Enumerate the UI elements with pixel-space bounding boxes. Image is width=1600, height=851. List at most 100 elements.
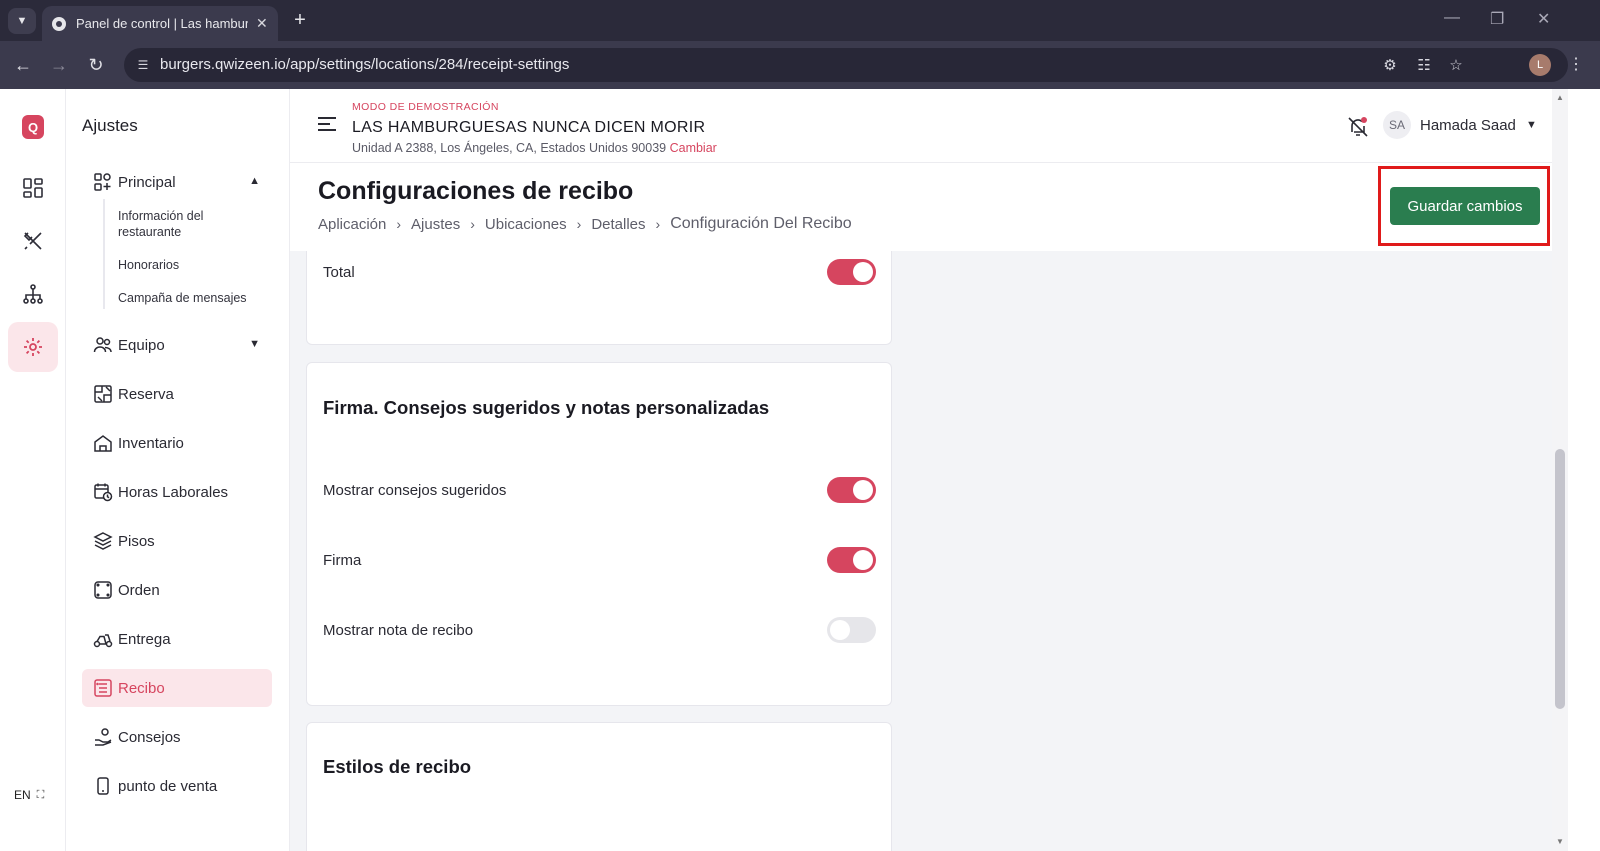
sidebar-item-inventario[interactable]: Inventario: [82, 424, 272, 462]
receipt-icon: [92, 677, 114, 699]
sidebar-item-label: Inventario: [118, 434, 184, 452]
chevron-right-icon: ›: [396, 216, 402, 232]
back-arrow-icon[interactable]: ←: [10, 52, 36, 78]
signature-toggle[interactable]: [827, 547, 876, 573]
app-logo[interactable]: Q: [22, 115, 44, 139]
close-tab-icon[interactable]: ✕: [256, 15, 268, 32]
browser-toolbar: ← → ↻ ☰ burgers.qwizeen.io/app/settings/…: [0, 41, 1600, 89]
new-tab-button[interactable]: +: [288, 8, 312, 32]
translate-icon[interactable]: ☷: [1414, 55, 1434, 75]
breadcrumb-current: Configuración Del Recibo: [670, 215, 852, 232]
language-code: EN: [14, 788, 31, 802]
subnav-line: [103, 199, 105, 309]
sidebar-item-label: Principal: [118, 173, 176, 191]
sidebar-item-pisos[interactable]: Pisos: [82, 522, 272, 560]
pos-icon: [92, 775, 114, 797]
location-blocked-icon[interactable]: ⚙: [1380, 55, 1400, 75]
inventory-icon: [92, 432, 114, 454]
card-title: Firma. Consejos sugeridos y notas person…: [323, 397, 770, 418]
card-title: Estilos de recibo: [323, 756, 472, 777]
breadcrumb-item[interactable]: Aplicación: [318, 216, 386, 233]
subnav-item-message-campaign[interactable]: Campaña de mensajes: [118, 290, 258, 306]
show-tips-label: Mostrar consejos sugeridos: [323, 482, 507, 499]
scroll-up-icon[interactable]: ▲: [1556, 93, 1564, 102]
receipt-styles-card: Estilos de recibo: [306, 722, 892, 851]
settings-gear-icon[interactable]: [20, 334, 46, 360]
sidebar-item-label: Recibo: [118, 679, 165, 697]
sidebar-item-consejos[interactable]: Consejos: [82, 718, 272, 756]
minimize-icon[interactable]: —: [1444, 9, 1460, 27]
fullscreen-icon[interactable]: ⛶: [37, 789, 45, 802]
org-structure-icon[interactable]: [20, 281, 46, 307]
apps-add-icon: [92, 171, 114, 193]
bookmark-star-icon[interactable]: ☆: [1446, 55, 1466, 75]
restaurant-address: Unidad A 2388, Los Ángeles, CA, Estados …: [352, 141, 717, 155]
top-header: MODO DE DEMOSTRACIÓN LAS HAMBURGUESAS NU…: [290, 89, 1552, 163]
subnav-item-restaurant-info[interactable]: Información del restaurante: [118, 208, 258, 240]
sidebar-item-orden[interactable]: Orden: [82, 571, 272, 609]
demo-mode-label: MODO DE DEMOSTRACIÓN: [352, 101, 499, 113]
tab-search-button[interactable]: ▼: [8, 8, 36, 34]
receipt-note-toggle[interactable]: [827, 617, 876, 643]
reload-icon[interactable]: ↻: [83, 52, 109, 78]
sidebar-item-pos[interactable]: punto de venta: [82, 767, 272, 805]
show-tips-toggle[interactable]: [827, 477, 876, 503]
site-favicon-icon: [52, 16, 66, 31]
page-title: Configuraciones de recibo: [318, 177, 634, 205]
sidebar-item-equipo[interactable]: Equipo ▼: [82, 326, 272, 364]
sidebar-item-horas[interactable]: Horas Laborales: [82, 473, 272, 511]
total-toggle[interactable]: [827, 259, 876, 285]
close-window-icon[interactable]: ✕: [1537, 9, 1550, 29]
sidebar-item-label: Pisos: [118, 532, 155, 550]
save-changes-button[interactable]: Guardar cambios: [1390, 187, 1540, 225]
browser-menu-icon[interactable]: ⋮: [1568, 54, 1584, 74]
browser-tab[interactable]: Panel de control | Las hamburguesas ✕: [42, 6, 278, 41]
url-text[interactable]: burgers.qwizeen.io/app/settings/location…: [160, 56, 569, 73]
chevron-right-icon: ›: [470, 216, 475, 232]
restore-icon[interactable]: ❐: [1490, 9, 1504, 29]
settings-sidenav: Ajustes Principal ▲ Información del rest…: [66, 89, 290, 851]
layers-icon: [92, 530, 114, 552]
calendar-clock-icon: [92, 481, 114, 503]
breadcrumb-item[interactable]: Ajustes: [411, 216, 460, 233]
page-scrollbar[interactable]: ▲ ▼: [1552, 89, 1568, 851]
user-name[interactable]: Hamada Saad: [1420, 117, 1516, 134]
scroll-down-icon[interactable]: ▼: [1556, 837, 1564, 846]
profile-avatar[interactable]: L: [1529, 54, 1551, 76]
totals-card: Total: [306, 251, 892, 345]
site-settings-icon[interactable]: ☰: [134, 56, 152, 74]
delivery-icon: [92, 628, 114, 650]
chevron-up-icon[interactable]: ▲: [249, 175, 260, 187]
forward-arrow-icon[interactable]: →: [46, 52, 72, 78]
language-switcher[interactable]: EN ⛶: [6, 783, 54, 807]
tab-title: Panel de control | Las hamburguesas: [76, 16, 248, 31]
address-text: Unidad A 2388, Los Ángeles, CA, Estados …: [352, 141, 667, 155]
chevron-right-icon: ›: [576, 216, 582, 232]
subnav-item-fees[interactable]: Honorarios: [118, 257, 258, 273]
sidebar-item-label: punto de venta: [118, 777, 218, 795]
sidebar-item-principal[interactable]: Principal ▲: [82, 163, 272, 201]
sidebar-item-recibo[interactable]: Recibo: [82, 669, 272, 707]
menu-utensils-icon[interactable]: [20, 228, 46, 254]
address-bar[interactable]: ☰ burgers.qwizeen.io/app/settings/locati…: [124, 48, 1568, 82]
icon-rail: Q EN ⛶: [0, 89, 66, 851]
user-avatar[interactable]: SA: [1383, 111, 1411, 139]
sidebar-item-reserva[interactable]: Reserva: [82, 375, 272, 413]
chevron-down-icon[interactable]: ▼: [249, 338, 260, 350]
hamburger-menu-icon[interactable]: [318, 117, 336, 131]
team-icon: [92, 334, 114, 356]
reservation-icon: [92, 383, 114, 405]
breadcrumb-item[interactable]: Detalles: [591, 216, 645, 233]
chevron-down-icon[interactable]: ▼: [1526, 119, 1537, 131]
notifications-off-icon[interactable]: [1346, 115, 1370, 139]
total-label: Total: [323, 264, 355, 281]
dashboard-icon[interactable]: [20, 175, 46, 201]
sidebar-item-label: Orden: [118, 581, 160, 599]
chevron-right-icon: ›: [655, 216, 661, 232]
change-location-link[interactable]: Cambiar: [670, 141, 717, 155]
scroll-thumb[interactable]: [1555, 449, 1565, 709]
breadcrumb-item[interactable]: Ubicaciones: [485, 216, 567, 233]
page-heading: Configuraciones de recibo Aplicación › A…: [290, 163, 1552, 251]
sidebar-item-label: Horas Laborales: [118, 483, 229, 501]
sidebar-item-entrega[interactable]: Entrega: [82, 620, 272, 658]
